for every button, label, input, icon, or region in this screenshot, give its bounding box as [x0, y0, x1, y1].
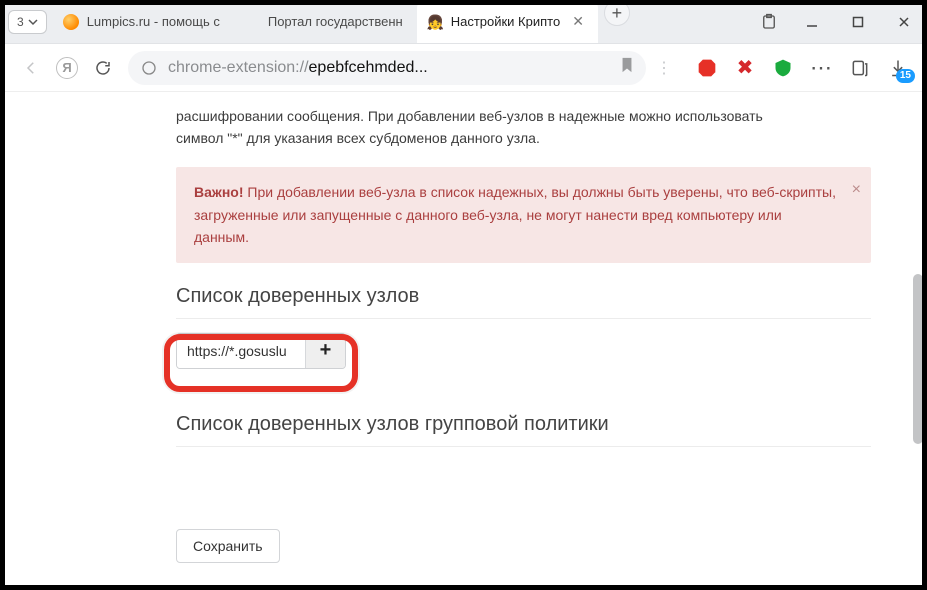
section-trusted-hosts-heading: Список доверенных узлов [176, 285, 871, 319]
url-omnibox[interactable]: chrome-extension://epebfcehmded... [128, 51, 646, 85]
tab-gosuslugi[interactable]: Портал государственн [234, 0, 417, 43]
window-controls [789, 0, 927, 44]
alert-strong: Важно! [194, 184, 244, 200]
browser-titlebar: 3 Lumpics.ru - помощь с Портал государст… [0, 0, 927, 44]
section-gp-trusted-hosts-heading: Список доверенных узлов групповой полити… [176, 413, 871, 447]
tab-favicon-lumpics [63, 14, 79, 30]
trusted-host-input-wrap: + [176, 333, 346, 395]
yandex-home-button[interactable]: Я [56, 57, 78, 79]
extension-ribbon-icon[interactable]: ✖ [734, 57, 756, 79]
vertical-scrollbar[interactable] [913, 92, 923, 580]
window-close-button[interactable] [881, 0, 927, 44]
browser-addressbar: Я chrome-extension://epebfcehmded... ⋮ ✖… [0, 44, 927, 92]
window-minimize-button[interactable] [789, 0, 835, 44]
save-button[interactable]: Сохранить [176, 529, 280, 563]
url-text: chrome-extension://epebfcehmded... [168, 59, 610, 77]
reader-mode-icon[interactable] [849, 57, 871, 79]
warning-alert: × Важно! При добавлении веб-узла в списо… [176, 167, 871, 262]
nav-back-button[interactable] [16, 53, 46, 83]
tab-count-value: 3 [17, 15, 24, 29]
collections-button[interactable] [749, 13, 789, 31]
url-host: epebfcehmded... [309, 59, 428, 76]
scrollbar-thumb[interactable] [913, 274, 923, 444]
site-info-icon[interactable] [140, 59, 158, 77]
intro-paragraph: расшифровании сообщения. При добавлении … [176, 106, 871, 149]
tab-label: Настройки Крипто [451, 14, 561, 29]
url-scheme: chrome-extension:// [168, 59, 309, 76]
chevron-down-icon [28, 17, 38, 27]
page-viewport: расшифровании сообщения. При добавлении … [0, 92, 927, 580]
tab-lumpics[interactable]: Lumpics.ru - помощь с [53, 0, 234, 43]
window-maximize-button[interactable] [835, 0, 881, 44]
downloads-button[interactable]: 15 [887, 57, 909, 79]
tab-cryptopro-settings[interactable]: 👧 Настройки Крипто ✕ [417, 0, 598, 43]
trusted-host-input-group: + [176, 333, 346, 369]
alert-body: При добавлении веб-узла в список надежны… [194, 184, 836, 245]
toolbar-extensions: ✖ ⋯ 15 [682, 57, 909, 79]
extension-shield-icon[interactable] [772, 57, 794, 79]
bookmark-icon[interactable] [620, 57, 634, 78]
nav-reload-button[interactable] [88, 53, 118, 83]
new-tab-button[interactable]: + [604, 0, 630, 26]
tab-label: Портал государственн [268, 14, 403, 29]
tab-strip: Lumpics.ru - помощь с Портал государстве… [53, 0, 749, 43]
add-host-button[interactable]: + [305, 334, 345, 368]
tab-count-pill[interactable]: 3 [8, 10, 47, 34]
tab-favicon-cryptopro: 👧 [427, 14, 443, 30]
extension-adblock-icon[interactable] [696, 57, 718, 79]
downloads-badge: 15 [896, 69, 915, 83]
alert-close-icon[interactable]: × [852, 177, 861, 203]
tab-label: Lumpics.ru - помощь с [87, 14, 220, 29]
trusted-host-input[interactable] [177, 334, 305, 368]
tab-close-icon[interactable]: ✕ [572, 13, 584, 30]
tab-favicon-ru-flag [244, 14, 260, 30]
extensions-overflow-button[interactable]: ⋯ [810, 57, 833, 79]
